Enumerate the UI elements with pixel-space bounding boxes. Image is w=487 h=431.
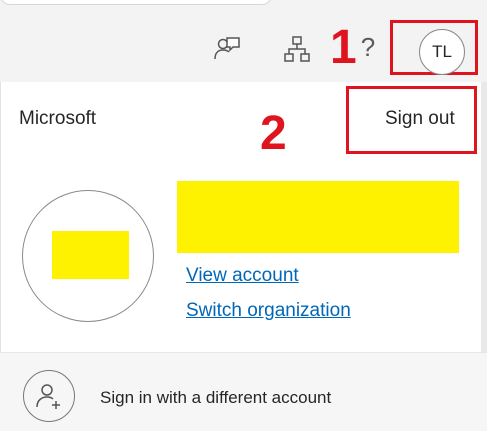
account-avatar-button[interactable]: TL (419, 29, 465, 75)
brand-label: Microsoft (19, 108, 97, 129)
annotation-step-2: 2 (260, 107, 287, 160)
add-person-icon[interactable] (23, 370, 75, 422)
org-chart-icon[interactable] (282, 34, 312, 64)
sign-in-different-account-link[interactable]: Sign in with a different account (100, 388, 331, 408)
sign-out-link[interactable]: Sign out (385, 108, 455, 130)
avatar-initials: TL (432, 42, 452, 61)
top-tab-edge (0, 0, 272, 5)
annotation-step-1: 1 (330, 21, 357, 74)
redacted-user-name (177, 181, 459, 253)
switch-organization-link[interactable]: Switch organization (186, 300, 351, 322)
panel-scrollbar[interactable] (481, 82, 487, 353)
feedback-icon[interactable] (212, 33, 242, 63)
view-account-link[interactable]: View account (186, 265, 299, 287)
redacted-photo (52, 231, 129, 279)
help-icon[interactable]: ? (355, 30, 381, 64)
